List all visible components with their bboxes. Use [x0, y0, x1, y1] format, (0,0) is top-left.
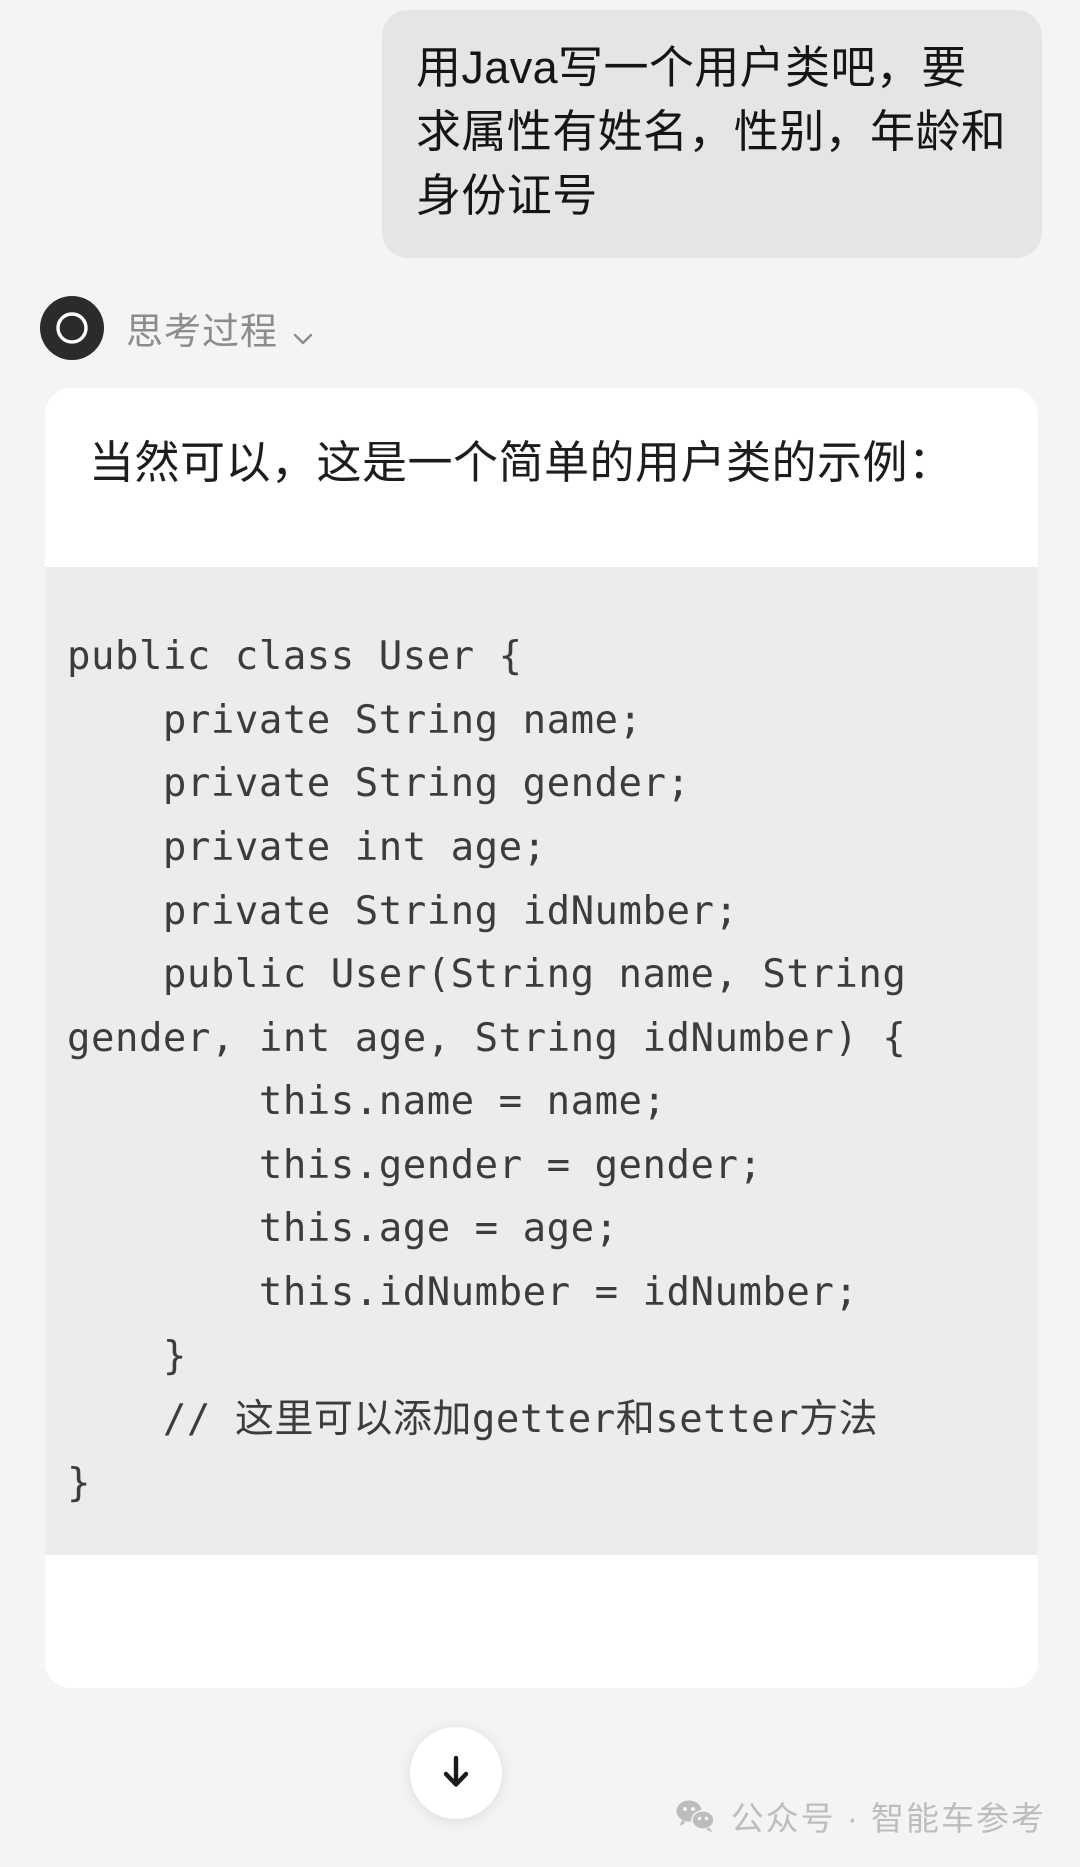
chat-scroll-area[interactable]: 用Java写一个用户类吧，要求属性有姓名，性别，年龄和身份证号 思考过程 当然可… [0, 0, 1080, 1867]
assistant-answer-text: 当然可以，这是一个简单的用户类的示例： [89, 436, 954, 488]
arrow-down-icon [433, 1749, 479, 1798]
wechat-icon [675, 1798, 717, 1834]
assistant-message-card: 当然可以，这是一个简单的用户类的示例： public class User { … [45, 387, 1038, 1688]
assistant-header: 思考过程 [0, 258, 1080, 360]
user-message-bubble[interactable]: 用Java写一个用户类吧，要求属性有姓名，性别，年龄和身份证号 [382, 10, 1042, 258]
assistant-avatar [40, 295, 104, 360]
thinking-process-toggle[interactable]: 思考过程 [126, 301, 316, 355]
code-block[interactable]: public class User { private String name;… [45, 567, 1038, 1556]
thinking-process-label: 思考过程 [126, 310, 278, 352]
scroll-to-bottom-button[interactable] [410, 1727, 502, 1819]
user-message-row: 用Java写一个用户类吧，要求属性有姓名，性别，年龄和身份证号 [0, 0, 1080, 258]
robot-face-icon [52, 308, 92, 348]
watermark: 公众号 · 智能车参考 [675, 1792, 1046, 1840]
code-block-content: public class User { private String name;… [67, 634, 907, 1506]
watermark-text: 公众号 · 智能车参考 [730, 1800, 1046, 1837]
chevron-down-icon[interactable] [290, 319, 316, 345]
